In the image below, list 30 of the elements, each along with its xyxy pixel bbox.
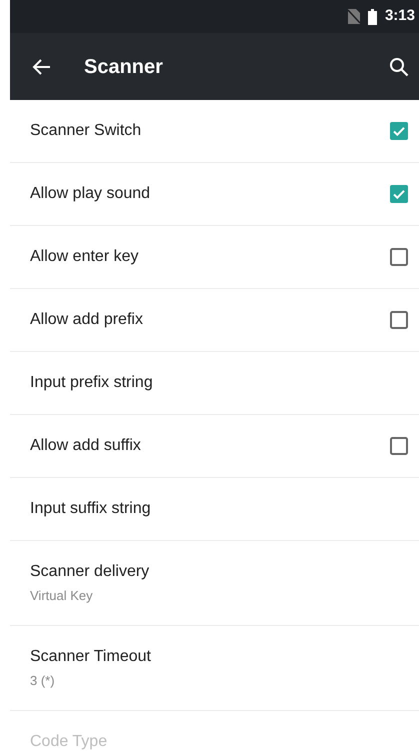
no-sim-icon [348,9,360,24]
checkbox[interactable] [390,185,408,203]
setting-title: Input prefix string [30,373,153,393]
settings-item[interactable]: Input suffix string [10,478,419,541]
setting-summary: 3 (*) [30,672,56,690]
setting-title: Input suffix string [30,499,151,519]
toolbar-title: Scanner [84,54,164,80]
setting-title: Allow enter key [30,247,140,267]
settings-item[interactable]: Scanner delivery Virtual Key [10,541,419,626]
checkbox[interactable] [390,311,408,329]
setting-title: Scanner delivery [30,562,150,582]
settings-item[interactable]: Scanner Timeout 3 (*) [10,626,419,711]
setting-title: Allow add suffix [30,436,142,456]
setting-title: Allow add prefix [30,310,144,330]
checkbox[interactable] [390,437,408,455]
setting-title: Allow play sound [30,184,152,204]
checkbox[interactable] [390,122,408,140]
setting-title: Scanner Timeout [30,647,152,668]
setting-title: Code Type [30,732,108,751]
setting-title: Scanner Switch [30,121,142,141]
settings-item[interactable]: Allow add prefix [10,289,419,352]
settings-item[interactable]: Scanner Switch [10,100,419,163]
settings-item[interactable]: Allow enter key [10,226,419,289]
battery-icon [368,8,377,24]
setting-summary: Virtual Key [30,587,94,606]
settings-item[interactable]: Input prefix string [10,352,419,415]
settings-item[interactable]: Allow play sound [10,163,419,226]
checkbox[interactable] [390,248,408,266]
clock: 3:13 [384,6,415,26]
settings-item[interactable]: Allow add suffix [10,415,419,478]
